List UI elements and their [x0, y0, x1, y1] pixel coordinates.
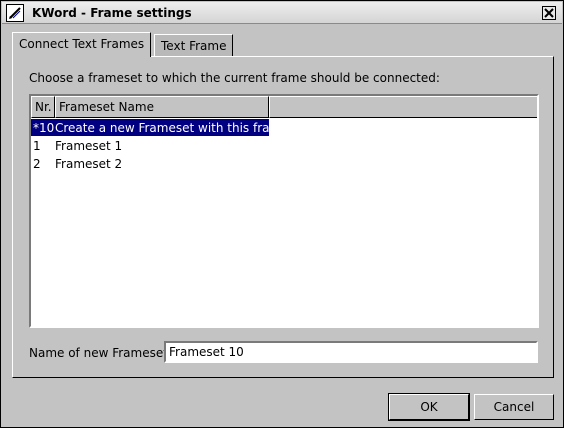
row-nr: 1 [33, 139, 41, 153]
tab-connect-text-frames[interactable]: Connect Text Frames [12, 32, 152, 57]
new-frameset-name-label: Name of new Frameset: [29, 346, 172, 360]
list-item[interactable]: 2 Frameset 2 [31, 155, 269, 172]
close-icon[interactable] [542, 6, 556, 20]
row-nr: 2 [33, 157, 41, 171]
column-header-filler [269, 96, 537, 118]
tab-text-frame[interactable]: Text Frame [154, 34, 234, 56]
column-header-nr[interactable]: Nr. [31, 96, 55, 118]
row-name: Frameset 1 [55, 139, 123, 153]
frameset-list[interactable]: Nr. Frameset Name *10 Create a new Frame… [29, 94, 539, 328]
frameset-prompt: Choose a frameset to which the current f… [29, 71, 440, 85]
dialog-window: KWord - Frame settings Connect Text Fram… [0, 0, 564, 428]
list-header: Nr. Frameset Name [31, 96, 537, 118]
row-nr: *10 [33, 121, 55, 135]
list-item[interactable]: *10 Create a new Frameset with this fram… [31, 119, 289, 136]
cancel-button[interactable]: Cancel [474, 394, 554, 420]
pen-icon[interactable] [6, 4, 24, 22]
row-name: Create a new Frameset with this frame [55, 121, 289, 135]
window-title: KWord - Frame settings [32, 6, 192, 20]
row-name: Frameset 2 [55, 157, 123, 171]
ok-button[interactable]: OK [388, 393, 470, 421]
title-bar[interactable]: KWord - Frame settings [2, 2, 562, 24]
new-frameset-name-input[interactable] [164, 341, 538, 363]
column-header-frameset-name[interactable]: Frameset Name [55, 96, 269, 118]
list-item[interactable]: 1 Frameset 1 [31, 137, 269, 154]
